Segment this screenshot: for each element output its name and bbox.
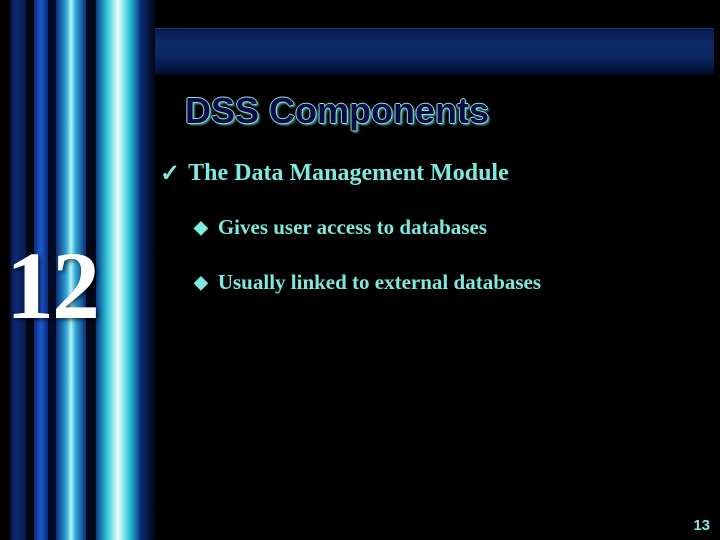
bullet-level1-text: The Data Management Module <box>188 160 509 187</box>
bullet-level2: ◆ Gives user access to databases <box>194 215 690 240</box>
bullet-level2-text: Gives user access to databases <box>218 215 487 240</box>
slide-title: DSS Components <box>185 90 489 132</box>
slide: 12 DSS Components ✓ The Data Management … <box>0 0 720 540</box>
diamond-icon: ◆ <box>194 218 208 236</box>
slide-body: ✓ The Data Management Module ◆ Gives use… <box>160 160 690 325</box>
bullet-level2: ◆ Usually linked to external databases <box>194 270 690 295</box>
diamond-icon: ◆ <box>194 273 208 291</box>
top-accent-bar <box>155 28 714 76</box>
chapter-number: 12 <box>6 230 98 341</box>
bullet-level1: ✓ The Data Management Module <box>160 160 690 187</box>
page-number: 13 <box>693 517 710 534</box>
check-icon: ✓ <box>160 162 180 186</box>
bullet-level2-text: Usually linked to external databases <box>218 270 541 295</box>
